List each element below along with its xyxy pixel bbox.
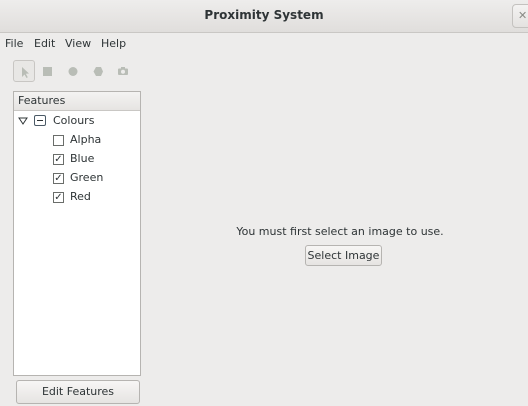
toolbar <box>0 54 528 86</box>
polygon-tool-button[interactable] <box>87 60 109 82</box>
close-icon: ✕ <box>518 9 528 22</box>
pointer-icon <box>22 67 29 78</box>
circle-icon <box>68 67 78 76</box>
menu-file[interactable]: File <box>5 37 23 50</box>
feature-label: Red <box>70 190 91 203</box>
features-panel: Features Colours Alpha ✓ Blue ✓ Green ✓ … <box>13 91 141 376</box>
tree-node-label: Colours <box>53 114 95 127</box>
pointer-tool-button[interactable] <box>13 60 35 82</box>
empty-state-message: You must first select an image to use. <box>236 225 444 238</box>
title-bar: Proximity System ✕ <box>0 0 528 33</box>
alpha-checkbox[interactable] <box>53 135 64 146</box>
feature-item-blue[interactable]: ✓ Blue <box>14 150 140 168</box>
feature-item-green[interactable]: ✓ Green <box>14 169 140 187</box>
menu-bar: File Edit View Help <box>0 33 528 53</box>
feature-label: Blue <box>70 152 95 165</box>
feature-label: Alpha <box>70 133 102 146</box>
feature-item-red[interactable]: ✓ Red <box>14 188 140 206</box>
square-icon <box>43 67 52 76</box>
select-image-button[interactable]: Select Image <box>305 245 382 266</box>
menu-help[interactable]: Help <box>101 37 126 50</box>
close-button[interactable]: ✕ <box>512 4 528 28</box>
green-checkbox[interactable]: ✓ <box>53 173 64 184</box>
blue-checkbox[interactable]: ✓ <box>53 154 64 165</box>
feature-label: Green <box>70 171 104 184</box>
expander-down-icon[interactable] <box>18 116 28 126</box>
feature-item-alpha[interactable]: Alpha <box>14 131 140 149</box>
menu-edit[interactable]: Edit <box>34 37 55 50</box>
square-tool-button[interactable] <box>37 60 59 82</box>
circle-tool-button[interactable] <box>62 60 84 82</box>
camera-tool-button[interactable] <box>112 60 134 82</box>
window-title: Proximity System <box>204 8 324 22</box>
polygon-icon <box>93 67 103 76</box>
tristate-checkbox[interactable] <box>34 115 46 126</box>
edit-features-button[interactable]: Edit Features <box>16 380 140 404</box>
red-checkbox[interactable]: ✓ <box>53 192 64 203</box>
menu-view[interactable]: View <box>65 37 91 50</box>
features-header: Features <box>14 92 140 111</box>
camera-icon <box>118 67 128 75</box>
tree-node-colours[interactable]: Colours <box>14 112 140 130</box>
